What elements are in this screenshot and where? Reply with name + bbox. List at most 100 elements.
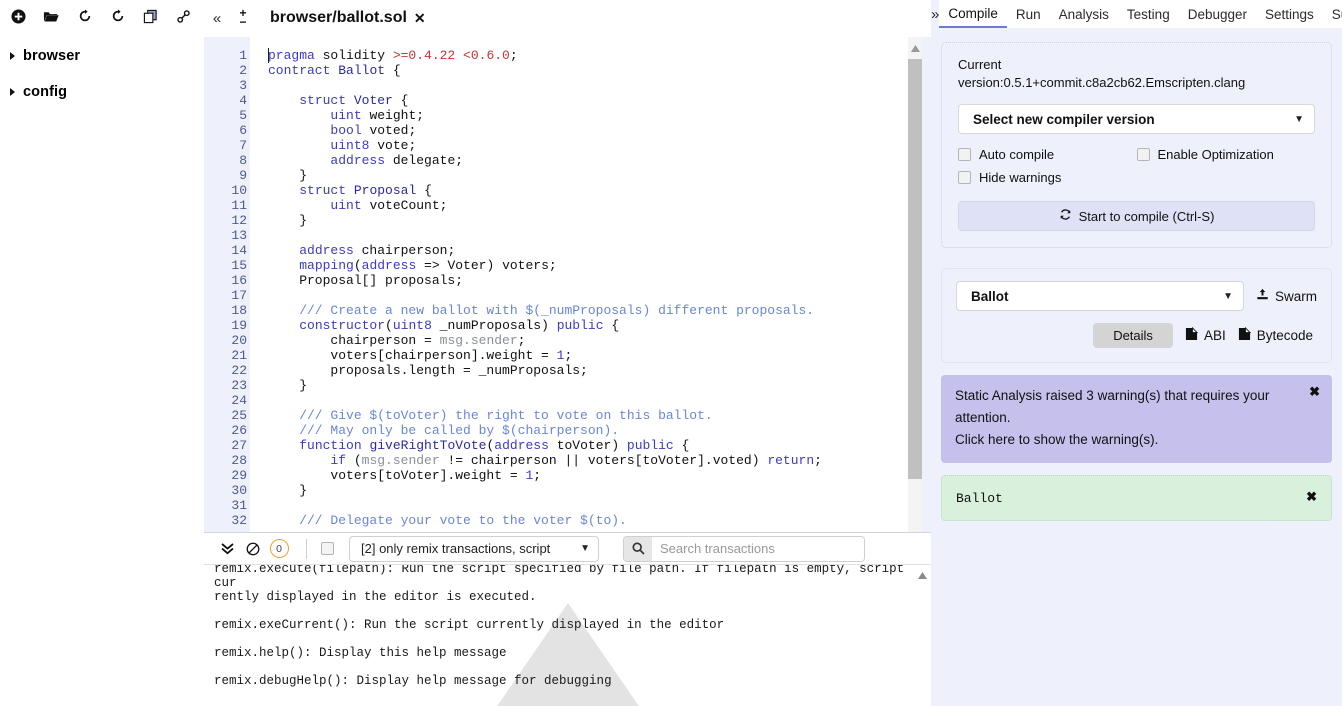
terminal-collapse-icon[interactable] bbox=[214, 534, 240, 564]
line-number: 7 bbox=[239, 138, 247, 153]
gutter-line: 28 bbox=[204, 453, 250, 468]
code-line: address chairperson; bbox=[268, 243, 931, 258]
copy-icon bbox=[1238, 326, 1251, 344]
close-icon[interactable]: ✖ bbox=[1306, 489, 1317, 505]
code-token: } bbox=[268, 483, 308, 498]
delete-icon[interactable] bbox=[101, 1, 134, 31]
code-line: mapping(address => Voter) voters; bbox=[268, 258, 931, 273]
contract-select[interactable]: Ballot ▼ bbox=[956, 281, 1244, 311]
code-token: { bbox=[385, 63, 401, 78]
transaction-filter-select[interactable]: [2] only remix transactions, script ▼ bbox=[349, 535, 599, 562]
pending-transactions-badge[interactable]: 0 bbox=[266, 534, 292, 564]
editor-code-area[interactable]: pragma solidity >=0.4.22 <0.6.0; contract… bbox=[250, 37, 931, 532]
tab-testing[interactable]: Testing bbox=[1118, 0, 1179, 28]
checkbox-icon[interactable] bbox=[1136, 148, 1150, 161]
static-analysis-warning-alert[interactable]: Static Analysis raised 3 warning(s) that… bbox=[941, 375, 1332, 463]
code-token: uint8 bbox=[330, 138, 370, 153]
file-tree-item-browser[interactable]: browser bbox=[8, 46, 204, 66]
tab-analysis[interactable]: Analysis bbox=[1050, 0, 1118, 28]
publish-to-swarm-button[interactable]: Swarm bbox=[1256, 288, 1317, 304]
terminal-clear-icon[interactable] bbox=[240, 534, 266, 564]
font-size-decrease-icon[interactable]: − bbox=[239, 16, 246, 28]
copy-files-icon[interactable] bbox=[134, 1, 167, 31]
font-size-button[interactable]: + − bbox=[230, 0, 256, 36]
remix-ide-window: browser config « + − browser/ballot.sol … bbox=[0, 0, 1342, 706]
gutter-line: 30 bbox=[204, 483, 250, 498]
gutter-line: 4▼ bbox=[204, 93, 259, 108]
scroll-up-icon[interactable] bbox=[915, 565, 929, 585]
terminal-line: remix.exeCurrent(): Run the script curre… bbox=[214, 618, 725, 632]
code-editor[interactable]: 12▼34▼5678910▼111213141516171819▼2021222… bbox=[204, 36, 931, 532]
copy-bytecode-button[interactable]: Bytecode bbox=[1238, 326, 1313, 344]
gutter-line: 22 bbox=[204, 363, 250, 378]
checkbox-icon[interactable] bbox=[958, 171, 971, 184]
editor-vertical-scrollbar[interactable] bbox=[908, 37, 922, 532]
code-token: { bbox=[603, 318, 620, 333]
scroll-up-icon[interactable] bbox=[908, 37, 922, 59]
tab-compile[interactable]: Compile bbox=[939, 0, 1007, 28]
code-token: ( bbox=[353, 258, 362, 273]
auto-compile-checkbox[interactable]: Auto compile bbox=[958, 147, 1137, 162]
code-line: } bbox=[268, 483, 931, 498]
line-number: 30 bbox=[231, 483, 247, 498]
hide-warnings-checkbox[interactable]: Hide warnings bbox=[958, 170, 1137, 185]
right-side-panel: » Compile Run Analysis Testing Debugger … bbox=[931, 0, 1342, 706]
code-line: /// Create a new ballot with $(_numPropo… bbox=[268, 303, 931, 318]
code-token: uint bbox=[330, 108, 362, 123]
code-line: /// May only be called by $(chairperson)… bbox=[268, 423, 931, 438]
file-tree-item-config[interactable]: config bbox=[8, 82, 204, 102]
tab-debugger[interactable]: Debugger bbox=[1179, 0, 1256, 28]
connect-localhost-icon[interactable] bbox=[167, 1, 200, 31]
listen-on-network-checkbox[interactable] bbox=[321, 542, 334, 555]
code-token: struct bbox=[299, 93, 347, 108]
copy-abi-button[interactable]: ABI bbox=[1185, 326, 1226, 344]
checkbox-icon[interactable] bbox=[958, 148, 971, 161]
expand-panel-button[interactable]: » bbox=[931, 0, 940, 28]
code-token: ; bbox=[533, 468, 542, 483]
search-input[interactable] bbox=[652, 536, 864, 561]
gutter-line: 1 bbox=[204, 48, 250, 63]
gutter-line: 6 bbox=[204, 123, 250, 138]
compile-tab-content: Current version:0.5.1+commit.c8a2cb62.Em… bbox=[931, 28, 1342, 521]
transaction-filter-value: [2] only remix transactions, script bbox=[361, 541, 551, 556]
close-icon[interactable]: ✕ bbox=[414, 10, 426, 27]
code-line: Proposal[] proposals; bbox=[268, 273, 931, 288]
line-number: 8 bbox=[239, 153, 247, 168]
close-icon[interactable]: ✖ bbox=[1309, 384, 1320, 400]
chevron-right-icon bbox=[8, 87, 16, 97]
line-number: 26 bbox=[231, 423, 247, 438]
start-to-compile-button[interactable]: Start to compile (Ctrl-S) bbox=[958, 201, 1315, 231]
compiler-version-select-label: Select new compiler version bbox=[973, 111, 1155, 127]
compiler-version-select[interactable]: Select new compiler version ▼ bbox=[958, 104, 1315, 134]
scrollbar-thumb[interactable] bbox=[908, 59, 922, 479]
create-file-icon[interactable] bbox=[2, 1, 35, 31]
code-token: ( bbox=[346, 453, 362, 468]
editor-gutter: 12▼34▼5678910▼111213141516171819▼2021222… bbox=[204, 37, 259, 532]
terminal-vertical-scrollbar[interactable] bbox=[915, 565, 929, 706]
code-token: Ballot bbox=[338, 63, 386, 78]
tab-support[interactable]: Su bbox=[1323, 0, 1342, 28]
code-token: { bbox=[673, 438, 690, 453]
open-folder-icon[interactable] bbox=[35, 1, 68, 31]
rename-icon[interactable] bbox=[68, 1, 101, 31]
tab-run[interactable]: Run bbox=[1007, 0, 1050, 28]
collapse-panel-button[interactable]: « bbox=[204, 0, 230, 36]
code-token: contract bbox=[268, 63, 331, 78]
code-token: msg.sender bbox=[361, 453, 440, 468]
gutter-line: 5 bbox=[204, 108, 250, 123]
gutter-line: 16 bbox=[204, 273, 250, 288]
code-token: public bbox=[626, 438, 674, 453]
current-compiler-label: Current bbox=[958, 57, 1002, 72]
code-line: uint voteCount; bbox=[268, 198, 931, 213]
tab-settings[interactable]: Settings bbox=[1256, 0, 1323, 28]
editor-tab-ballot-sol[interactable]: browser/ballot.sol ✕ bbox=[256, 0, 435, 36]
enable-optimization-checkbox[interactable]: Enable Optimization bbox=[1136, 147, 1316, 162]
search-transactions-field[interactable] bbox=[623, 535, 865, 562]
terminal-output[interactable]: remix.execute(filepath): Run the script … bbox=[204, 565, 931, 706]
details-button[interactable]: Details bbox=[1093, 323, 1173, 348]
gutter-line: 18 bbox=[204, 303, 250, 318]
